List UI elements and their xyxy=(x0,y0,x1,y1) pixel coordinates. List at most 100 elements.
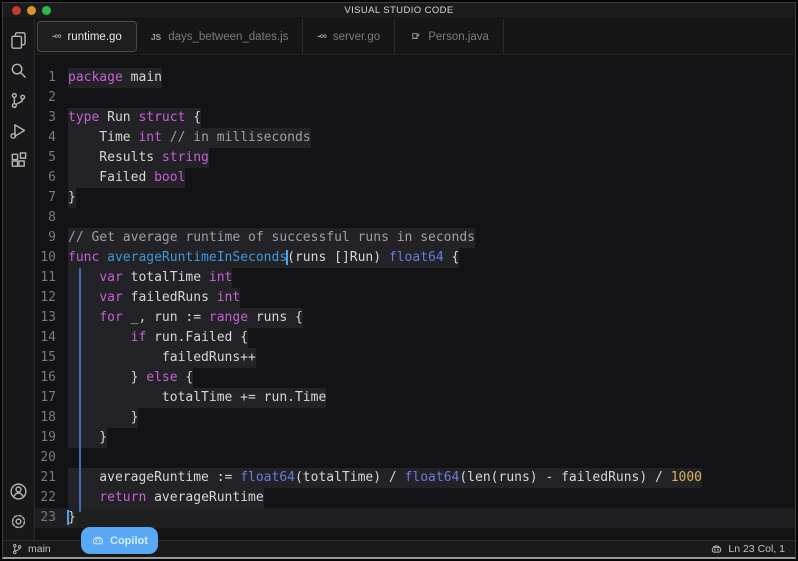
tab-runtime-go[interactable]: -∞ runtime.go xyxy=(37,21,137,52)
java-file-icon xyxy=(409,29,421,44)
workbench: -∞ runtime.go JS days_between_dates.js -∞ser… xyxy=(3,19,795,540)
code-line-11[interactable]: 11 var totalTime int xyxy=(35,268,795,288)
vscode-window: Visual Studio Code -∞ runtime.go JS days_be… xyxy=(2,2,796,559)
js-file-icon: JS xyxy=(151,32,161,42)
account-icon[interactable] xyxy=(4,476,34,506)
code-line-12[interactable]: 12 var failedRuns int xyxy=(35,288,795,308)
copilot-button[interactable]: Copilot xyxy=(81,527,158,554)
line-number: 5 xyxy=(35,148,68,168)
line-number: 21 xyxy=(35,468,68,488)
line-number: 1 xyxy=(35,68,68,88)
line-number: 9 xyxy=(35,228,68,248)
git-branch-icon xyxy=(11,543,23,555)
line-number: 4 xyxy=(35,128,68,148)
tab-days-between-dates-js[interactable]: JS days_between_dates.js xyxy=(137,19,304,54)
cursor-position-label: Ln 23 Col, 1 xyxy=(728,543,785,555)
line-number: 8 xyxy=(35,208,68,228)
code-text: failedRuns++ xyxy=(68,348,256,368)
code-line-22[interactable]: 22 return averageRuntime xyxy=(35,488,795,508)
line-number: 20 xyxy=(35,448,68,468)
line-number: 13 xyxy=(35,308,68,328)
code-line-23[interactable]: 23} xyxy=(35,508,795,528)
line-number: 6 xyxy=(35,168,68,188)
line-number: 18 xyxy=(35,408,68,428)
settings-icon[interactable] xyxy=(4,506,34,536)
code-text: } xyxy=(68,508,76,528)
copilot-status-icon xyxy=(710,543,723,556)
line-number: 12 xyxy=(35,288,68,308)
window-title: Visual Studio Code xyxy=(344,5,453,16)
activity-bar xyxy=(3,19,35,540)
code-text: package main xyxy=(68,68,162,88)
code-text: } else { xyxy=(68,368,193,388)
code-line-16[interactable]: 16 } else { xyxy=(35,368,795,388)
line-number: 11 xyxy=(35,268,68,288)
code-line-15[interactable]: 15 failedRuns++ xyxy=(35,348,795,368)
code-text: func averageRuntimeInSeconds(runs []Run)… xyxy=(68,248,459,268)
line-number: 16 xyxy=(35,368,68,388)
code-line-13[interactable]: 13 for _, run := range runs { xyxy=(35,308,795,328)
code-text: // Get average runtime of successful run… xyxy=(68,228,475,248)
code-text: var failedRuns int xyxy=(68,288,240,308)
copilot-icon xyxy=(91,534,105,548)
minimize-window-button[interactable] xyxy=(27,6,36,15)
code-line-17[interactable]: 17 totalTime += run.Time xyxy=(35,388,795,408)
branch-indicator[interactable]: main xyxy=(11,543,51,555)
code-line-5[interactable]: 5 Results string xyxy=(35,148,795,168)
code-line-20[interactable]: 20 xyxy=(35,448,795,468)
tab-bar: -∞ runtime.go JS days_between_dates.js -∞ser… xyxy=(35,19,795,55)
code-line-1[interactable]: 1package main xyxy=(35,68,795,88)
maximize-window-button[interactable] xyxy=(42,6,51,15)
tab-server-go[interactable]: -∞server.go xyxy=(303,19,395,54)
cursor-position-indicator[interactable]: Ln 23 Col, 1 xyxy=(710,543,785,556)
code-lines: 1package main23type Run struct {4 Time i… xyxy=(35,68,795,528)
code-text: type Run struct { xyxy=(68,108,201,128)
code-line-9[interactable]: 9// Get average runtime of successful ru… xyxy=(35,228,795,248)
tab-label: days_between_dates.js xyxy=(168,31,288,43)
code-text: var totalTime int xyxy=(68,268,232,288)
line-number: 14 xyxy=(35,328,68,348)
code-line-10[interactable]: 10func averageRuntimeInSeconds(runs []Ru… xyxy=(35,248,795,268)
code-line-19[interactable]: 19 } xyxy=(35,428,795,448)
tab-person-java[interactable]: Person.java xyxy=(395,19,504,54)
text-cursor xyxy=(67,510,69,525)
line-number: 10 xyxy=(35,248,68,268)
line-number: 23 xyxy=(35,508,68,528)
code-line-21[interactable]: 21 averageRuntime := float64(totalTime) … xyxy=(35,468,795,488)
code-line-4[interactable]: 4 Time int // in milliseconds xyxy=(35,128,795,148)
code-text: Failed bool xyxy=(68,168,185,188)
code-text: Time int // in milliseconds xyxy=(68,128,311,148)
line-number: 3 xyxy=(35,108,68,128)
line-number: 22 xyxy=(35,488,68,508)
code-line-8[interactable]: 8 xyxy=(35,208,795,228)
line-number: 7 xyxy=(35,188,68,208)
activity-bar-top xyxy=(4,25,34,175)
code-line-7[interactable]: 7} xyxy=(35,188,795,208)
go-file-icon: -∞ xyxy=(52,31,60,42)
code-line-6[interactable]: 6 Failed bool xyxy=(35,168,795,188)
code-text: return averageRuntime xyxy=(68,488,264,508)
tab-label: runtime.go xyxy=(67,31,121,43)
copilot-button-label: Copilot xyxy=(110,535,148,547)
run-debug-icon[interactable] xyxy=(4,115,34,145)
tab-label: server.go xyxy=(333,31,380,43)
extensions-icon[interactable] xyxy=(4,145,34,175)
source-control-icon[interactable] xyxy=(4,85,34,115)
code-text: } xyxy=(68,428,107,448)
active-indent-guide xyxy=(79,268,81,512)
line-number: 15 xyxy=(35,348,68,368)
tab-label: Person.java xyxy=(428,31,489,43)
line-number: 19 xyxy=(35,428,68,448)
code-editor[interactable]: 1package main23type Run struct {4 Time i… xyxy=(35,55,795,540)
activity-bar-bottom xyxy=(4,476,34,536)
search-icon[interactable] xyxy=(4,55,34,85)
code-line-14[interactable]: 14 if run.Failed { xyxy=(35,328,795,348)
code-line-2[interactable]: 2 xyxy=(35,88,795,108)
line-number: 2 xyxy=(35,88,68,108)
code-line-18[interactable]: 18 } xyxy=(35,408,795,428)
code-text: totalTime += run.Time xyxy=(68,388,326,408)
title-bar: Visual Studio Code xyxy=(3,3,795,19)
close-window-button[interactable] xyxy=(12,6,21,15)
explorer-icon[interactable] xyxy=(4,25,34,55)
code-line-3[interactable]: 3type Run struct { xyxy=(35,108,795,128)
